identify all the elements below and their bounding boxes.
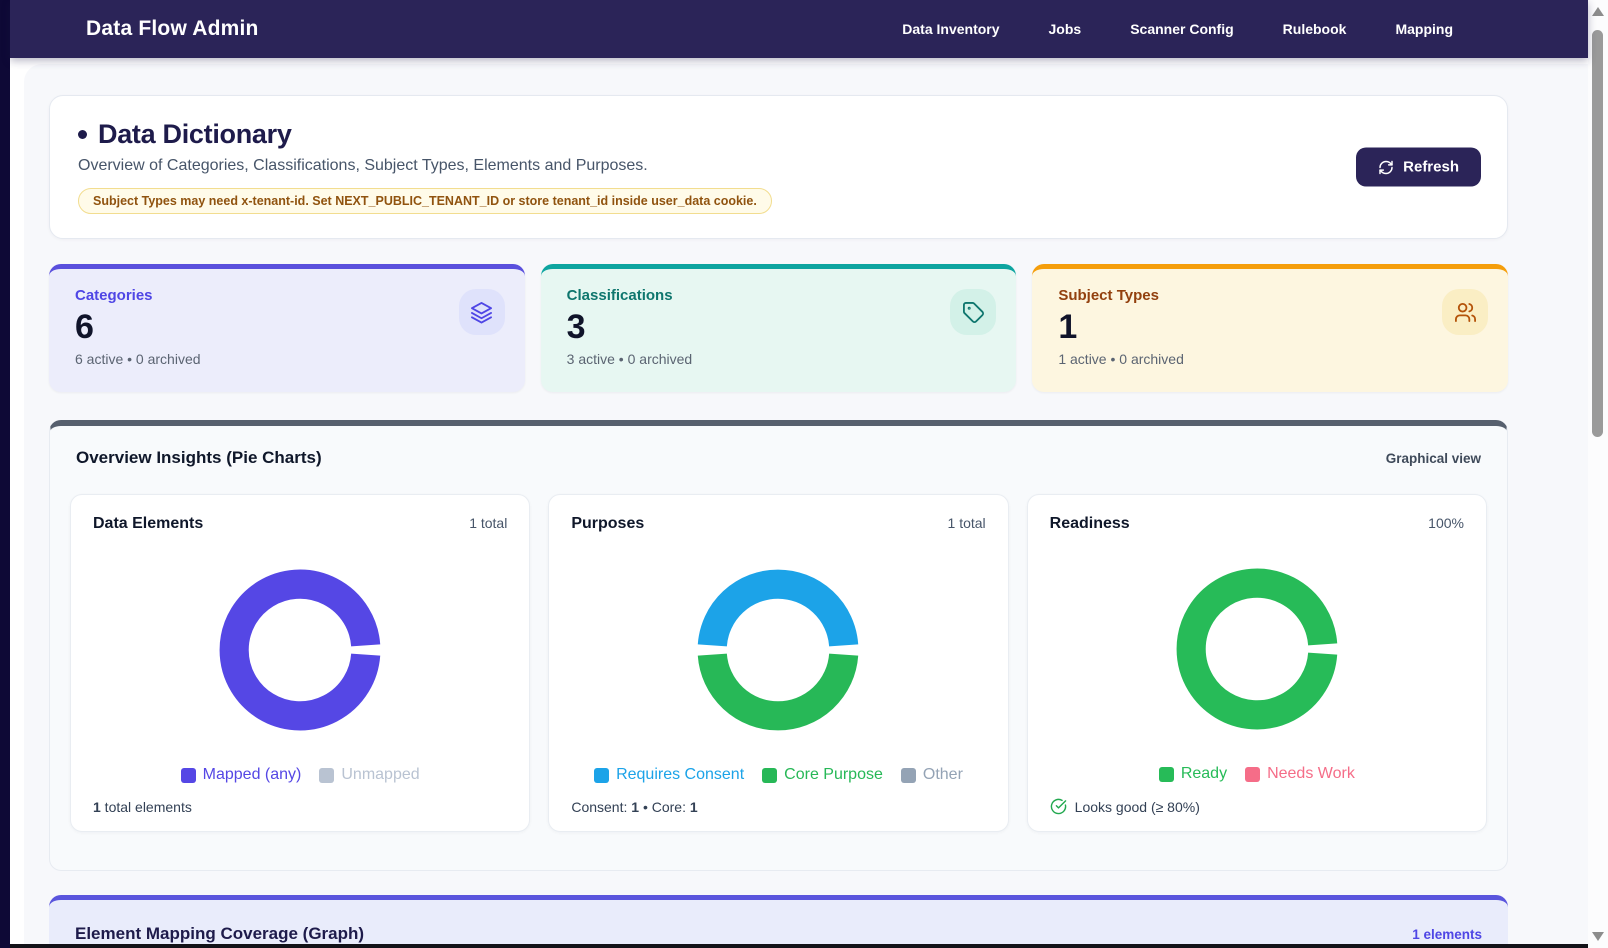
page-header-card: Data Dictionary Overview of Categories, … <box>49 95 1508 239</box>
chart-percent-label: 100% <box>1428 515 1464 531</box>
refresh-button-label: Refresh <box>1403 159 1459 176</box>
graphical-view-toggle[interactable]: Graphical view <box>1386 451 1481 466</box>
content-panel: Data Dictionary Overview of Categories, … <box>24 64 1588 948</box>
legend-item[interactable]: Unmapped <box>319 766 419 784</box>
window-left-edge <box>0 0 10 948</box>
stat-cards-row: Categories 6 6 active • 0 archived Class… <box>49 264 1508 392</box>
legend-label: Needs Work <box>1267 765 1355 783</box>
chart-card-data-elements: Data Elements 1 total Mapped (any) U <box>70 494 530 832</box>
element-mapping-coverage-section: Element Mapping Coverage (Graph) 1 eleme… <box>49 895 1508 948</box>
coverage-section-title: Element Mapping Coverage (Graph) <box>75 924 364 944</box>
donut-chart-readiness <box>1050 533 1464 765</box>
nav-menu: Data Inventory Jobs Scanner Config Ruleb… <box>902 21 1453 37</box>
page-body: Data Dictionary Overview of Categories, … <box>10 58 1588 948</box>
stat-subtext: 1 active • 0 archived <box>1058 351 1482 367</box>
chart-legend: Requires Consent Core Purpose Other <box>571 766 985 784</box>
chart-footer: Looks good (≥ 80%) <box>1050 798 1464 815</box>
nav-item-mapping[interactable]: Mapping <box>1395 21 1453 37</box>
donut-chart-purposes <box>571 533 985 766</box>
chart-card-purposes: Purposes 1 total Requires Consent Co <box>548 494 1008 832</box>
users-icon <box>1442 289 1488 335</box>
legend-swatch <box>1159 767 1174 782</box>
stat-value: 6 <box>75 309 499 346</box>
nav-item-jobs[interactable]: Jobs <box>1049 21 1082 37</box>
stat-card-classifications: Classifications 3 3 active • 0 archived <box>541 264 1017 392</box>
legend-item[interactable]: Mapped (any) <box>181 766 302 784</box>
legend-item[interactable]: Needs Work <box>1245 765 1355 783</box>
donut-chart-data-elements <box>93 533 507 766</box>
page-subtitle: Overview of Categories, Classifications,… <box>78 157 1479 175</box>
chart-legend: Mapped (any) Unmapped <box>93 766 507 784</box>
page-title: Data Dictionary <box>98 119 292 150</box>
scrollbar-track[interactable] <box>1588 0 1608 948</box>
coverage-elements-count: 1 elements <box>1412 927 1482 942</box>
legend-swatch <box>762 768 777 783</box>
chart-title: Data Elements <box>93 515 203 533</box>
legend-label: Other <box>923 766 963 784</box>
scroll-down-button[interactable] <box>1592 932 1604 941</box>
stat-title: Subject Types <box>1058 287 1482 304</box>
top-navbar: Data Flow Admin Data Inventory Jobs Scan… <box>10 0 1588 58</box>
legend-label: Core Purpose <box>784 766 883 784</box>
stat-subtext: 3 active • 0 archived <box>567 351 991 367</box>
chart-title: Purposes <box>571 515 644 533</box>
tag-icon <box>950 289 996 335</box>
chart-total-label: 1 total <box>469 515 507 531</box>
insights-section-title: Overview Insights (Pie Charts) <box>76 448 322 468</box>
stat-value: 1 <box>1058 309 1482 346</box>
refresh-button[interactable]: Refresh <box>1356 148 1481 187</box>
stat-value: 3 <box>567 309 991 346</box>
legend-swatch <box>594 768 609 783</box>
legend-label: Unmapped <box>341 766 419 784</box>
overview-insights-section: Overview Insights (Pie Charts) Graphical… <box>49 420 1508 871</box>
nav-item-scanner-config[interactable]: Scanner Config <box>1130 21 1233 37</box>
legend-item[interactable]: Requires Consent <box>594 766 744 784</box>
charts-row: Data Elements 1 total Mapped (any) U <box>70 494 1487 832</box>
legend-swatch <box>181 768 196 783</box>
nav-item-rulebook[interactable]: Rulebook <box>1283 21 1347 37</box>
status-dot-icon <box>78 130 87 139</box>
tenant-notice-badge: Subject Types may need x-tenant-id. Set … <box>78 188 772 214</box>
chart-card-readiness: Readiness 100% Ready Needs Work <box>1027 494 1487 832</box>
chart-total-label: 1 total <box>948 515 986 531</box>
legend-swatch <box>1245 767 1260 782</box>
legend-label: Mapped (any) <box>203 766 302 784</box>
legend-label: Requires Consent <box>616 766 744 784</box>
chart-footer: Consent: 1 • Core: 1 <box>571 799 985 815</box>
refresh-icon <box>1378 159 1394 175</box>
scrollbar-thumb[interactable] <box>1592 30 1603 437</box>
legend-swatch <box>319 768 334 783</box>
stat-card-categories: Categories 6 6 active • 0 archived <box>49 264 525 392</box>
legend-item[interactable]: Other <box>901 766 963 784</box>
window-bottom-edge <box>10 944 1588 948</box>
stat-title: Classifications <box>567 287 991 304</box>
stat-card-subject-types: Subject Types 1 1 active • 0 archived <box>1032 264 1508 392</box>
legend-item[interactable]: Core Purpose <box>762 766 883 784</box>
check-circle-icon <box>1050 798 1067 815</box>
stat-subtext: 6 active • 0 archived <box>75 351 499 367</box>
scroll-up-button[interactable] <box>1592 7 1604 16</box>
legend-label: Ready <box>1181 765 1227 783</box>
nav-item-data-inventory[interactable]: Data Inventory <box>902 21 999 37</box>
legend-item[interactable]: Ready <box>1159 765 1227 783</box>
chart-legend: Ready Needs Work <box>1050 765 1464 783</box>
app-window: Data Flow Admin Data Inventory Jobs Scan… <box>0 0 1608 948</box>
chart-footer: 1 total elements <box>93 799 507 815</box>
layers-icon <box>459 289 505 335</box>
legend-swatch <box>901 768 916 783</box>
stat-title: Categories <box>75 287 499 304</box>
app-brand: Data Flow Admin <box>86 17 259 41</box>
chart-title: Readiness <box>1050 515 1130 533</box>
